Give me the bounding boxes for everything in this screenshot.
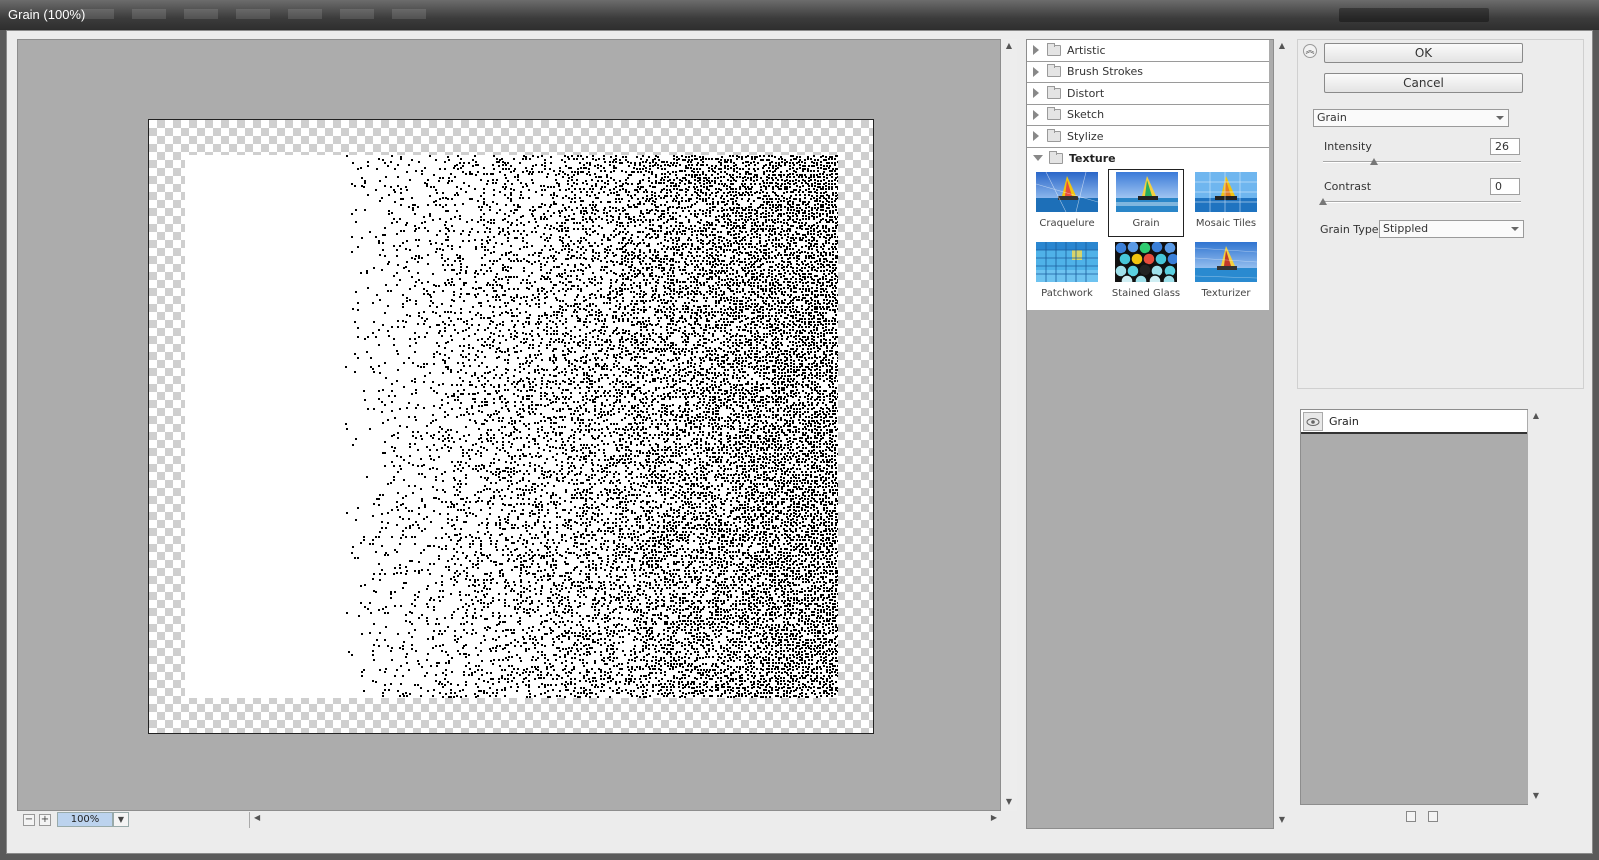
filter-gallery-panel: Artistic Brush Strokes Distort Sketch St (1026, 39, 1274, 829)
category-texture[interactable]: Texture (1027, 148, 1269, 170)
collapse-triangle-icon[interactable] (1033, 155, 1043, 162)
effect-layer-row[interactable]: Grain (1301, 410, 1527, 434)
expand-triangle-icon[interactable] (1033, 66, 1039, 77)
zoom-dropdown-button[interactable]: ▼ (113, 812, 129, 827)
grain-type-select[interactable]: Stippled (1379, 220, 1524, 238)
preview-vertical-scrollbar[interactable]: ▲ ▼ (1001, 39, 1017, 811)
thumbnail-label: Patchwork (1041, 288, 1093, 299)
thumbnail-stained-glass[interactable]: Stained Glass (1108, 240, 1184, 308)
contrast-slider-thumb[interactable] (1319, 198, 1327, 205)
gallery-vertical-scrollbar[interactable]: ▲ ▼ (1274, 39, 1290, 829)
category-label: Brush Strokes (1067, 65, 1144, 79)
intensity-slider-track[interactable] (1323, 161, 1521, 163)
stained-glass-thumbnail-image (1115, 242, 1177, 282)
thumbnail-label: Mosaic Tiles (1195, 218, 1257, 229)
sailboat-thumbnail-image (1195, 172, 1257, 212)
stippled-grain-render (345, 155, 838, 698)
folder-icon (1049, 150, 1063, 164)
sailboat-thumbnail-image (1036, 172, 1098, 212)
scroll-up-arrow-icon[interactable]: ▲ (1274, 39, 1290, 53)
chevron-down-icon (1511, 227, 1519, 231)
contrast-slider-track[interactable] (1323, 201, 1521, 203)
category-label: Distort (1067, 86, 1105, 100)
zoom-level-field[interactable]: 100% (57, 812, 113, 827)
intensity-label: Intensity (1324, 140, 1372, 153)
filter-category-list: Artistic Brush Strokes Distort Sketch St (1027, 40, 1269, 310)
preview-footer: − + 100% ▼ ◀ ▶ (17, 811, 1017, 829)
grain-dots (345, 155, 838, 698)
grain-preview-image (185, 155, 838, 698)
expand-triangle-icon[interactable] (1033, 109, 1039, 120)
filter-select[interactable]: Grain (1313, 109, 1509, 127)
scroll-left-arrow-icon[interactable]: ◀ (254, 813, 260, 822)
window-title: Grain (100%) (8, 7, 86, 22)
background-app-controls (1339, 8, 1489, 22)
folder-icon (1047, 42, 1061, 56)
thumbnail-label: Grain (1132, 218, 1160, 229)
folder-icon (1047, 85, 1061, 99)
preview-horizontal-scrollbar[interactable]: ◀ ▶ (249, 812, 1001, 828)
category-artistic[interactable]: Artistic (1027, 40, 1269, 62)
folder-icon (1047, 107, 1061, 121)
thumbnail-label: Texturizer (1201, 288, 1251, 299)
collapse-gallery-icon[interactable]: ︽ (1303, 44, 1317, 58)
category-label: Stylize (1067, 129, 1104, 143)
chevron-down-icon (1496, 116, 1504, 120)
category-label: Sketch (1067, 108, 1105, 122)
expand-triangle-icon[interactable] (1033, 88, 1039, 99)
scroll-down-arrow-icon[interactable]: ▼ (1274, 813, 1290, 827)
thumbnail-mosaic-tiles[interactable]: Mosaic Tiles (1188, 170, 1264, 238)
preview-canvas[interactable] (17, 39, 1001, 811)
contrast-field[interactable]: 0 (1490, 178, 1520, 195)
thumbnail-patchwork[interactable]: Patchwork (1029, 240, 1105, 308)
title-bar: Grain (100%) (0, 0, 1599, 30)
category-label: Artistic (1067, 43, 1106, 57)
filter-gallery-dialog: ▲ ▼ − + 100% ▼ ◀ ▶ Artistic Brush Stroke… (6, 30, 1593, 854)
sailboat-thumbnail-image (1195, 242, 1257, 282)
intensity-field[interactable]: 26 (1490, 138, 1520, 155)
category-stylize[interactable]: Stylize (1027, 126, 1269, 148)
patchwork-thumbnail-image (1036, 242, 1098, 282)
background-app-menu (80, 9, 440, 19)
thumbnail-texturizer[interactable]: Texturizer (1188, 240, 1264, 308)
thumbnail-label: Stained Glass (1111, 288, 1181, 299)
grain-type-label: Grain Type: (1320, 223, 1383, 236)
scroll-up-arrow-icon[interactable]: ▲ (1528, 409, 1544, 423)
ok-button[interactable]: OK (1324, 43, 1523, 63)
intensity-slider-thumb[interactable] (1370, 158, 1379, 165)
new-effect-layer-icon[interactable] (1406, 811, 1416, 822)
thumbnail-grain[interactable]: Grain (1108, 169, 1184, 237)
effect-layer-label: Grain (1329, 415, 1359, 428)
document-preview (148, 119, 874, 734)
contrast-label: Contrast (1324, 180, 1372, 193)
scroll-down-arrow-icon[interactable]: ▼ (1001, 795, 1017, 809)
category-label: Texture (1069, 151, 1116, 165)
category-brush-strokes[interactable]: Brush Strokes (1027, 62, 1269, 83)
category-sketch[interactable]: Sketch (1027, 105, 1269, 126)
expand-triangle-icon[interactable] (1033, 131, 1039, 142)
layers-vertical-scrollbar[interactable]: ▲ ▼ (1528, 409, 1544, 805)
eye-icon[interactable] (1303, 412, 1323, 431)
cancel-button[interactable]: Cancel (1324, 73, 1523, 93)
folder-icon (1047, 128, 1061, 142)
category-distort[interactable]: Distort (1027, 83, 1269, 105)
expand-triangle-icon[interactable] (1033, 45, 1039, 56)
thumbnail-label: Craquelure (1039, 218, 1095, 229)
scroll-up-arrow-icon[interactable]: ▲ (1001, 39, 1017, 53)
scroll-down-arrow-icon[interactable]: ▼ (1528, 789, 1544, 803)
sailboat-thumbnail-image (1116, 172, 1178, 212)
effect-layers-list: Grain (1300, 409, 1544, 805)
thumbnail-craquelure[interactable]: Craquelure (1029, 170, 1105, 238)
zoom-out-button[interactable]: − (23, 814, 35, 826)
zoom-in-button[interactable]: + (39, 814, 51, 826)
scroll-right-arrow-icon[interactable]: ▶ (991, 813, 997, 822)
texture-thumbnails: Craquelure Grain Mosaic Tiles Patchwork … (1027, 169, 1269, 310)
delete-effect-layer-icon[interactable] (1428, 811, 1438, 822)
filter-select-value: Grain (1317, 111, 1347, 124)
grain-type-value: Stippled (1383, 222, 1429, 235)
folder-icon (1047, 64, 1061, 78)
